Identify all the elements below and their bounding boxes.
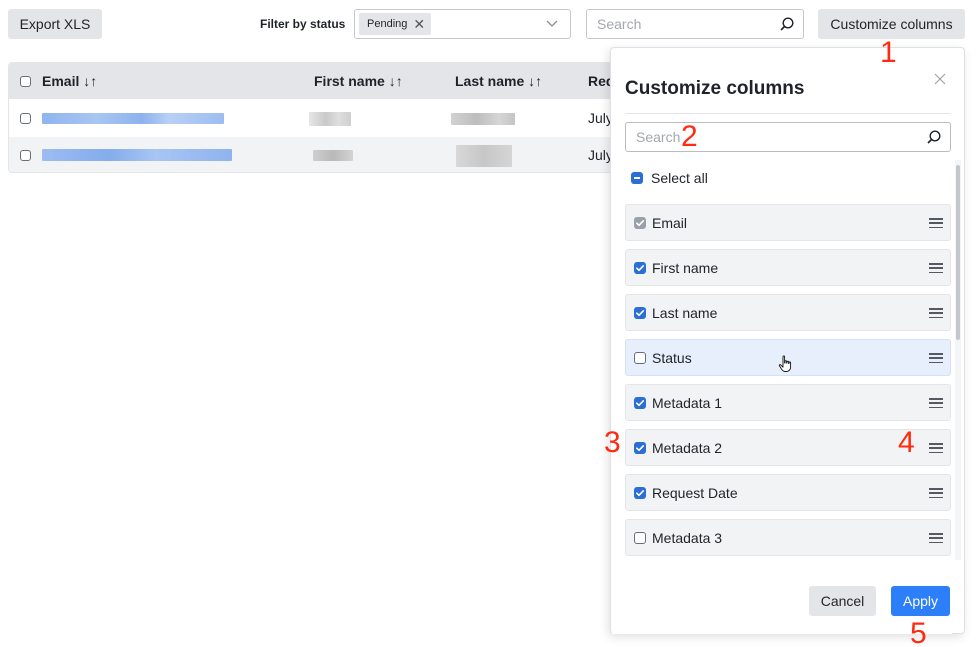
- last-name-column-header[interactable]: Last name ↓↑: [455, 73, 542, 89]
- first-name-column-header[interactable]: First name ↓↑: [314, 73, 403, 89]
- last-name-blurred: [456, 145, 512, 167]
- checkmark-icon: [636, 220, 645, 227]
- column-item-label: First name: [652, 260, 719, 276]
- column-checkbox[interactable]: [634, 262, 646, 274]
- table-row[interactable]: July: [9, 100, 617, 137]
- export-xls-button[interactable]: Export XLS: [8, 9, 102, 39]
- checkmark-icon: [636, 265, 645, 272]
- column-item-label: Request Date: [652, 485, 738, 501]
- column-checkbox[interactable]: [634, 397, 646, 409]
- row-checkbox[interactable]: [20, 150, 31, 161]
- column-checkbox: [634, 217, 646, 229]
- cancel-button[interactable]: Cancel: [809, 586, 876, 616]
- checkmark-icon: [636, 490, 645, 497]
- filter-tag-label: Pending: [367, 18, 408, 30]
- last-name-blurred: [451, 113, 515, 125]
- annotation-3: 3: [604, 426, 621, 459]
- checkmark-icon: [636, 400, 645, 407]
- checkmark-icon: [636, 310, 645, 317]
- column-item-last-name[interactable]: Last name: [625, 294, 951, 331]
- requests-table: Email ↓↑ First name ↓↑ Last name ↓↑ Req …: [8, 62, 618, 173]
- search-icon[interactable]: [779, 16, 795, 32]
- column-item-email[interactable]: Email: [625, 204, 951, 241]
- drag-handle-icon[interactable]: [929, 398, 943, 409]
- customize-columns-panel: Customize columns Select all Email First …: [610, 47, 965, 634]
- apply-button[interactable]: Apply: [891, 586, 950, 616]
- table-search-input[interactable]: [597, 16, 777, 32]
- table-row[interactable]: July: [9, 137, 617, 172]
- annotation-4: 4: [898, 426, 915, 459]
- column-checkbox[interactable]: [634, 352, 646, 364]
- drag-handle-icon[interactable]: [929, 533, 943, 544]
- pointer-cursor-icon: [778, 355, 792, 372]
- column-checkbox[interactable]: [634, 532, 646, 544]
- annotation-5: 5: [910, 617, 927, 647]
- remove-tag-icon[interactable]: ✕: [413, 17, 425, 31]
- column-item-label: Metadata 2: [652, 440, 723, 456]
- drag-handle-icon[interactable]: [929, 218, 943, 229]
- annotation-2: 2: [681, 120, 698, 153]
- search-icon[interactable]: [926, 129, 942, 145]
- column-checkbox[interactable]: [634, 442, 646, 454]
- column-item-metadata-1[interactable]: Metadata 1: [625, 384, 951, 421]
- email-column-header[interactable]: Email ↓↑: [42, 73, 97, 89]
- column-item-label: Metadata 3: [652, 530, 723, 546]
- scrollbar-thumb[interactable]: [956, 165, 960, 340]
- filter-by-status-label: Filter by status: [260, 17, 346, 31]
- column-checkbox[interactable]: [634, 487, 646, 499]
- column-checkbox[interactable]: [634, 307, 646, 319]
- select-all-toggle[interactable]: Select all: [631, 170, 708, 186]
- annotation-1: 1: [880, 36, 897, 69]
- close-icon[interactable]: [933, 72, 947, 86]
- first-name-blurred: [313, 150, 353, 161]
- column-search-input[interactable]: [636, 129, 916, 145]
- drag-handle-icon[interactable]: [929, 443, 943, 454]
- indeterminate-checkbox[interactable]: [631, 172, 643, 184]
- drag-handle-icon[interactable]: [929, 263, 943, 274]
- chevron-down-icon[interactable]: [546, 17, 558, 29]
- status-filter-select[interactable]: Pending ✕: [354, 9, 571, 39]
- column-item-label: Status: [652, 350, 692, 366]
- filter-tag-pending: Pending ✕: [359, 13, 432, 35]
- drag-handle-icon[interactable]: [929, 488, 943, 499]
- column-item-metadata-3[interactable]: Metadata 3: [625, 519, 951, 556]
- column-item-request-date[interactable]: Request Date: [625, 474, 951, 511]
- table-header: Email ↓↑ First name ↓↑ Last name ↓↑ Req: [9, 63, 617, 99]
- email-link-blurred[interactable]: [42, 113, 224, 124]
- customize-columns-button[interactable]: Customize columns: [818, 9, 965, 39]
- checkmark-icon: [636, 445, 645, 452]
- table-search-field[interactable]: [586, 9, 804, 39]
- column-item-label: Metadata 1: [652, 395, 723, 411]
- column-item-label: Email: [652, 215, 688, 231]
- column-search-field[interactable]: [625, 122, 951, 152]
- email-link-blurred[interactable]: [42, 149, 232, 161]
- drag-handle-icon[interactable]: [929, 308, 943, 319]
- panel-divider: [625, 113, 951, 114]
- select-all-label: Select all: [651, 170, 708, 186]
- select-all-rows-checkbox[interactable]: [20, 76, 31, 87]
- drag-handle-icon[interactable]: [929, 353, 943, 364]
- column-item-first-name[interactable]: First name: [625, 249, 951, 286]
- column-item-label: Last name: [652, 305, 718, 321]
- row-checkbox[interactable]: [20, 113, 31, 124]
- first-name-blurred: [309, 112, 351, 126]
- panel-title: Customize columns: [625, 78, 805, 99]
